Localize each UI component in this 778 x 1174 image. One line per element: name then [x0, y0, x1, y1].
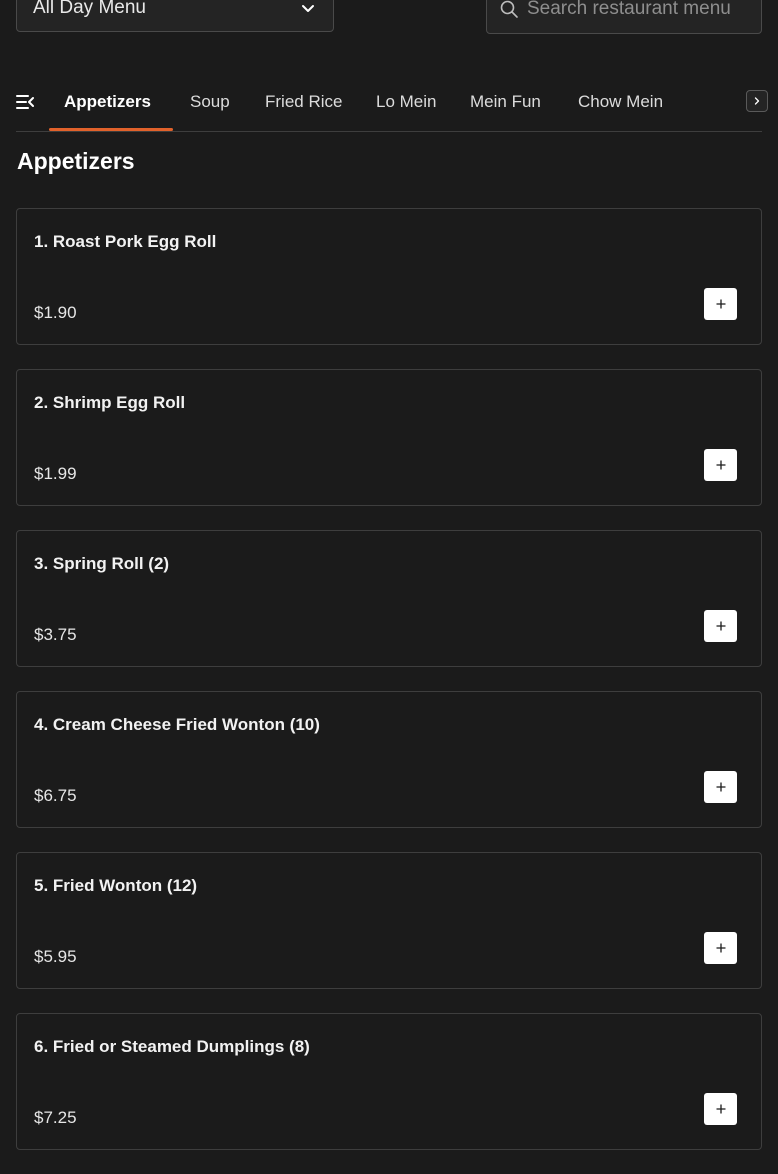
plus-icon: [716, 460, 725, 470]
search-box[interactable]: [486, 0, 762, 34]
menu-item-price: $1.90: [34, 303, 77, 322]
add-item-button[interactable]: [704, 288, 737, 320]
tab-mein-fun[interactable]: Mein Fun: [470, 72, 541, 131]
plus-icon: [716, 782, 725, 792]
search-input[interactable]: [527, 0, 757, 20]
menu-item-card[interactable]: 6. Fried or Steamed Dumplings (8) $7.25: [16, 1013, 762, 1150]
menu-item-card[interactable]: 2. Shrimp Egg Roll $1.99: [16, 369, 762, 506]
tab-soup[interactable]: Soup: [190, 72, 230, 131]
menu-item-price: $6.75: [34, 786, 77, 805]
tab-lo-mein[interactable]: Lo Mein: [376, 72, 436, 131]
plus-icon: [716, 943, 725, 953]
category-list-icon[interactable]: [16, 94, 34, 110]
menu-select-value: All Day Menu: [33, 0, 146, 18]
category-tabs: Appetizers Soup Fried Rice Lo Mein Mein …: [16, 72, 768, 132]
section-title: Appetizers: [17, 148, 135, 174]
plus-icon: [716, 1104, 725, 1114]
menu-item-price: $3.75: [34, 625, 77, 644]
menu-item-name: 1. Roast Pork Egg Roll: [34, 232, 217, 251]
add-item-button[interactable]: [704, 1093, 737, 1125]
menu-item-name: 2. Shrimp Egg Roll: [34, 393, 186, 412]
tabs-scroll-right-button[interactable]: [746, 90, 768, 112]
menu-item-card[interactable]: 1. Roast Pork Egg Roll $1.90: [16, 208, 762, 345]
menu-item-name: 5. Fried Wonton (12): [34, 876, 198, 895]
tab-appetizers[interactable]: Appetizers: [64, 72, 151, 131]
plus-icon: [716, 621, 725, 631]
active-tab-indicator: [49, 128, 173, 131]
tab-fried-rice[interactable]: Fried Rice: [265, 72, 342, 131]
add-item-button[interactable]: [704, 449, 737, 481]
menu-item-price: $5.95: [34, 947, 77, 966]
chevron-down-icon: [302, 5, 314, 12]
plus-icon: [716, 299, 725, 309]
add-item-button[interactable]: [704, 932, 737, 964]
tab-chow-mein[interactable]: Chow Mein: [578, 72, 663, 131]
search-icon: [500, 0, 518, 18]
chevron-right-icon: [754, 97, 760, 105]
menu-item-price: $7.25: [34, 1108, 77, 1127]
menu-item-price: $1.99: [34, 464, 77, 483]
menu-item-name: 3. Spring Roll (2): [34, 554, 170, 573]
add-item-button[interactable]: [704, 771, 737, 803]
menu-item-name: 6. Fried or Steamed Dumplings (8): [34, 1037, 310, 1056]
menu-item-card[interactable]: 3. Spring Roll (2) $3.75: [16, 530, 762, 667]
menu-select[interactable]: All Day Menu: [16, 0, 334, 32]
menu-item-name: 4. Cream Cheese Fried Wonton (10): [34, 715, 320, 734]
menu-item-card[interactable]: 5. Fried Wonton (12) $5.95: [16, 852, 762, 989]
add-item-button[interactable]: [704, 610, 737, 642]
menu-item-card[interactable]: 4. Cream Cheese Fried Wonton (10) $6.75: [16, 691, 762, 828]
menu-item-list: 1. Roast Pork Egg Roll $1.90 2. Shrimp E…: [16, 208, 762, 1174]
